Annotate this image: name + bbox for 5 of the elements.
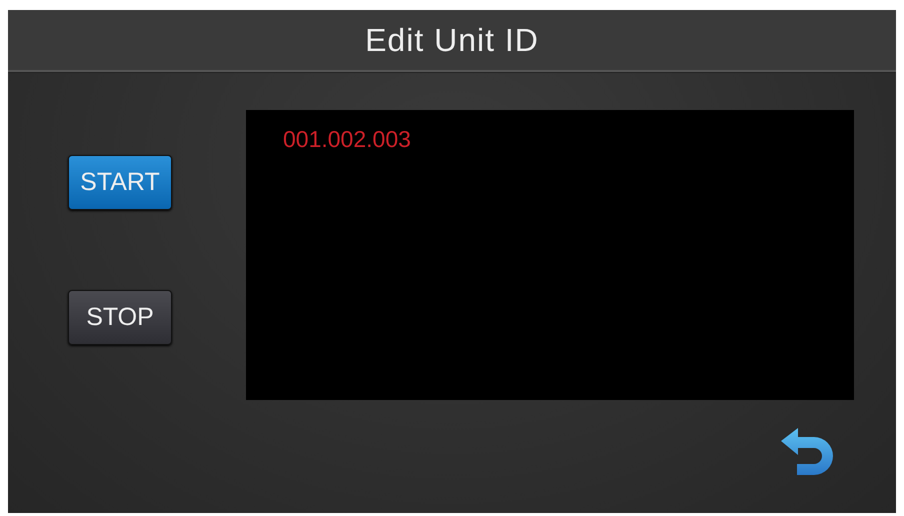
mode-button[interactable]: STOP	[68, 290, 172, 345]
back-icon[interactable]	[780, 427, 836, 475]
unit-id-text: 001.002.003	[283, 126, 412, 153]
screen-title: Edit Unit ID	[365, 22, 539, 58]
mode-button[interactable]: START	[68, 155, 172, 210]
